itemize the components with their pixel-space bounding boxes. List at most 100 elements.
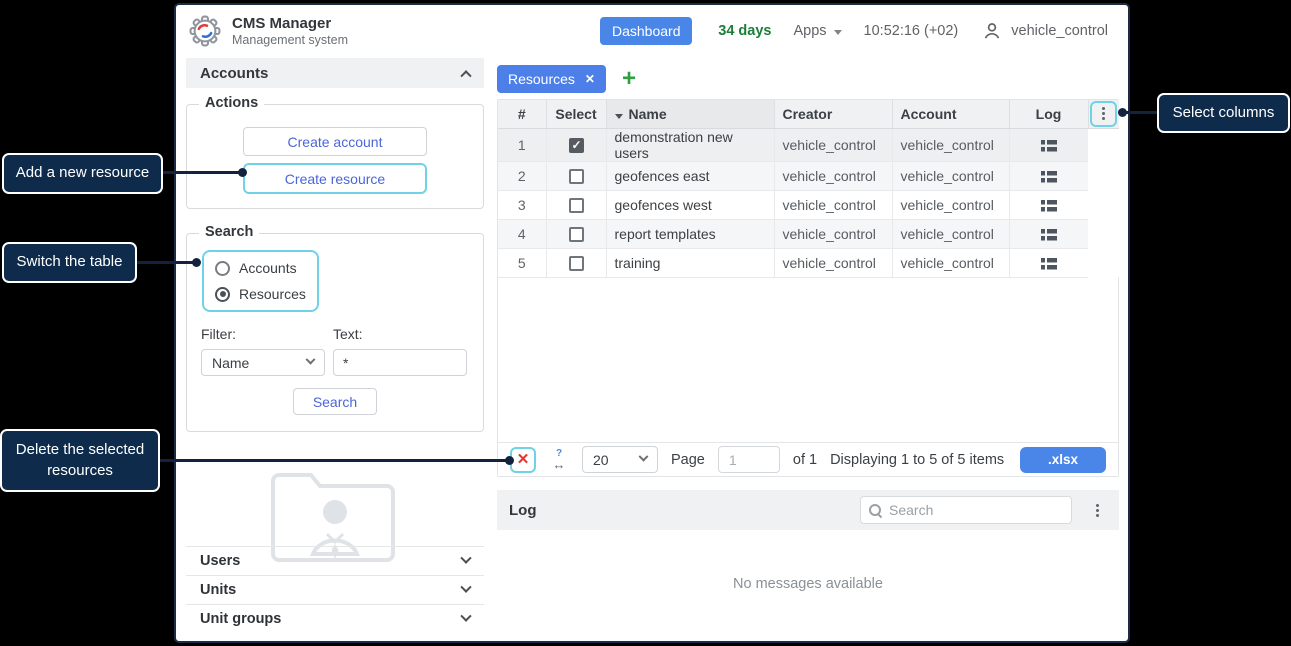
log-search-box[interactable] xyxy=(860,496,1072,524)
user-chip[interactable]: vehicle_control xyxy=(982,21,1108,41)
cms-gear-logo-icon xyxy=(188,14,222,48)
column-header-name[interactable]: Name xyxy=(606,100,774,128)
column-header-num[interactable]: # xyxy=(498,100,546,128)
connector-dot xyxy=(238,168,247,177)
log-panel-header: Log xyxy=(497,490,1119,530)
radio-resources-control[interactable] xyxy=(215,287,230,302)
row-name: demonstration new users xyxy=(606,128,774,161)
app-title-block: CMS Manager Management system xyxy=(232,15,348,48)
log-icon[interactable] xyxy=(1041,258,1057,270)
radio-resources[interactable]: Resources xyxy=(215,286,306,302)
connector-line xyxy=(157,459,512,462)
table-row[interactable]: 1 demonstration new users vehicle_contro… xyxy=(498,128,1119,161)
connector-dot xyxy=(505,456,514,465)
row-creator: vehicle_control xyxy=(774,128,892,161)
sidebar-section-units[interactable]: Units xyxy=(186,575,484,604)
row-account: vehicle_control xyxy=(892,190,1009,219)
caret-down-icon xyxy=(834,30,842,35)
select-columns-button[interactable] xyxy=(1090,101,1117,127)
table-row[interactable]: 2 geofences east vehicle_control vehicle… xyxy=(498,161,1119,190)
app-header: CMS Manager Management system Dashboard … xyxy=(176,5,1128,57)
log-panel: Log No messages available xyxy=(497,490,1119,592)
table-row[interactable]: 4 report templates vehicle_control vehic… xyxy=(498,219,1119,248)
row-name: geofences east xyxy=(606,161,774,190)
app-subtitle: Management system xyxy=(232,33,348,48)
page-number-input[interactable] xyxy=(718,446,780,473)
row-checkbox[interactable] xyxy=(569,198,584,213)
radio-accounts-label: Accounts xyxy=(239,260,297,276)
filter-select-value: Name xyxy=(212,355,249,371)
sidebar-section-accounts[interactable]: Accounts xyxy=(186,58,484,88)
row-creator: vehicle_control xyxy=(774,161,892,190)
column-header-menu xyxy=(1088,100,1119,128)
page-of-label: of 1 xyxy=(793,452,817,468)
vertical-dots-icon xyxy=(1102,112,1105,115)
tab-bar: Resources ✕ + xyxy=(497,64,1119,94)
search-legend: Search xyxy=(199,224,259,240)
row-num: 4 xyxy=(498,219,546,248)
apps-menu[interactable]: Apps xyxy=(793,23,841,39)
chevron-down-icon xyxy=(639,452,649,462)
items-summary: Displaying 1 to 5 of 5 items xyxy=(830,452,1004,468)
sidebar-collapsed-sections: Users Units Unit groups xyxy=(186,546,484,633)
page-size-value: 20 xyxy=(593,452,609,468)
radio-accounts[interactable]: Accounts xyxy=(215,260,306,276)
search-text-input[interactable] xyxy=(333,349,467,376)
page-size-select[interactable]: 20 xyxy=(582,446,658,473)
log-icon[interactable] xyxy=(1041,229,1057,241)
search-icon xyxy=(869,504,882,517)
add-tab-button[interactable]: + xyxy=(622,67,636,91)
row-creator: vehicle_control xyxy=(774,219,892,248)
sidebar-section-users[interactable]: Users xyxy=(186,546,484,575)
row-account: vehicle_control xyxy=(892,248,1009,277)
fit-columns-icon[interactable]: ? ↔ xyxy=(549,449,569,471)
table-type-radio-group: Accounts Resources xyxy=(202,250,319,312)
log-icon[interactable] xyxy=(1041,200,1057,212)
callout-add-resource: Add a new resource xyxy=(2,153,163,194)
sidebar-section-unit-groups[interactable]: Unit groups xyxy=(186,604,484,633)
row-checkbox[interactable] xyxy=(569,169,584,184)
column-header-account[interactable]: Account xyxy=(892,100,1009,128)
filter-select[interactable]: Name xyxy=(201,349,325,376)
row-account: vehicle_control xyxy=(892,161,1009,190)
clock: 10:52:16 (+02) xyxy=(864,23,959,39)
log-icon[interactable] xyxy=(1041,140,1057,152)
column-header-log[interactable]: Log xyxy=(1009,100,1088,128)
users-section-label: Users xyxy=(200,553,240,569)
dashboard-button[interactable]: Dashboard xyxy=(600,17,692,45)
chevron-down-icon xyxy=(460,611,471,622)
table-row[interactable]: 3 geofences west vehicle_control vehicle… xyxy=(498,190,1119,219)
row-checkbox[interactable] xyxy=(569,256,584,271)
table-header-row: # Select Name Creator Account Log xyxy=(498,100,1119,128)
create-account-button[interactable]: Create account xyxy=(243,127,427,156)
log-title: Log xyxy=(509,502,537,519)
log-search-input[interactable] xyxy=(889,502,1070,518)
row-checkbox[interactable] xyxy=(569,138,584,153)
row-name: report templates xyxy=(606,219,774,248)
radio-resources-label: Resources xyxy=(239,286,306,302)
chevron-down-icon xyxy=(460,553,471,564)
days-left-badge: 34 days xyxy=(718,23,771,39)
create-resource-button[interactable]: Create resource xyxy=(243,163,427,194)
row-creator: vehicle_control xyxy=(774,248,892,277)
main-content: Resources ✕ + # Select Name Creator Acco… xyxy=(497,58,1119,94)
row-name: training xyxy=(606,248,774,277)
tab-resources[interactable]: Resources ✕ xyxy=(497,65,606,93)
user-name: vehicle_control xyxy=(1011,23,1108,39)
radio-accounts-control[interactable] xyxy=(215,261,230,276)
sort-desc-icon xyxy=(615,114,623,119)
export-xlsx-button[interactable]: .xlsx xyxy=(1020,447,1106,473)
row-num: 3 xyxy=(498,190,546,219)
log-menu-button[interactable] xyxy=(1087,500,1107,520)
log-empty-message: No messages available xyxy=(497,576,1119,592)
table-row[interactable]: 5 training vehicle_control vehicle_contr… xyxy=(498,248,1119,277)
column-header-creator[interactable]: Creator xyxy=(774,100,892,128)
row-checkbox[interactable] xyxy=(569,227,584,242)
filter-label: Filter: xyxy=(201,326,333,342)
close-tab-icon[interactable]: ✕ xyxy=(585,72,595,86)
column-header-select[interactable]: Select xyxy=(546,100,606,128)
log-icon[interactable] xyxy=(1041,171,1057,183)
chevron-down-icon xyxy=(306,355,316,365)
search-button[interactable]: Search xyxy=(293,388,377,415)
actions-fieldset: Actions Create account Create resource xyxy=(186,104,484,209)
